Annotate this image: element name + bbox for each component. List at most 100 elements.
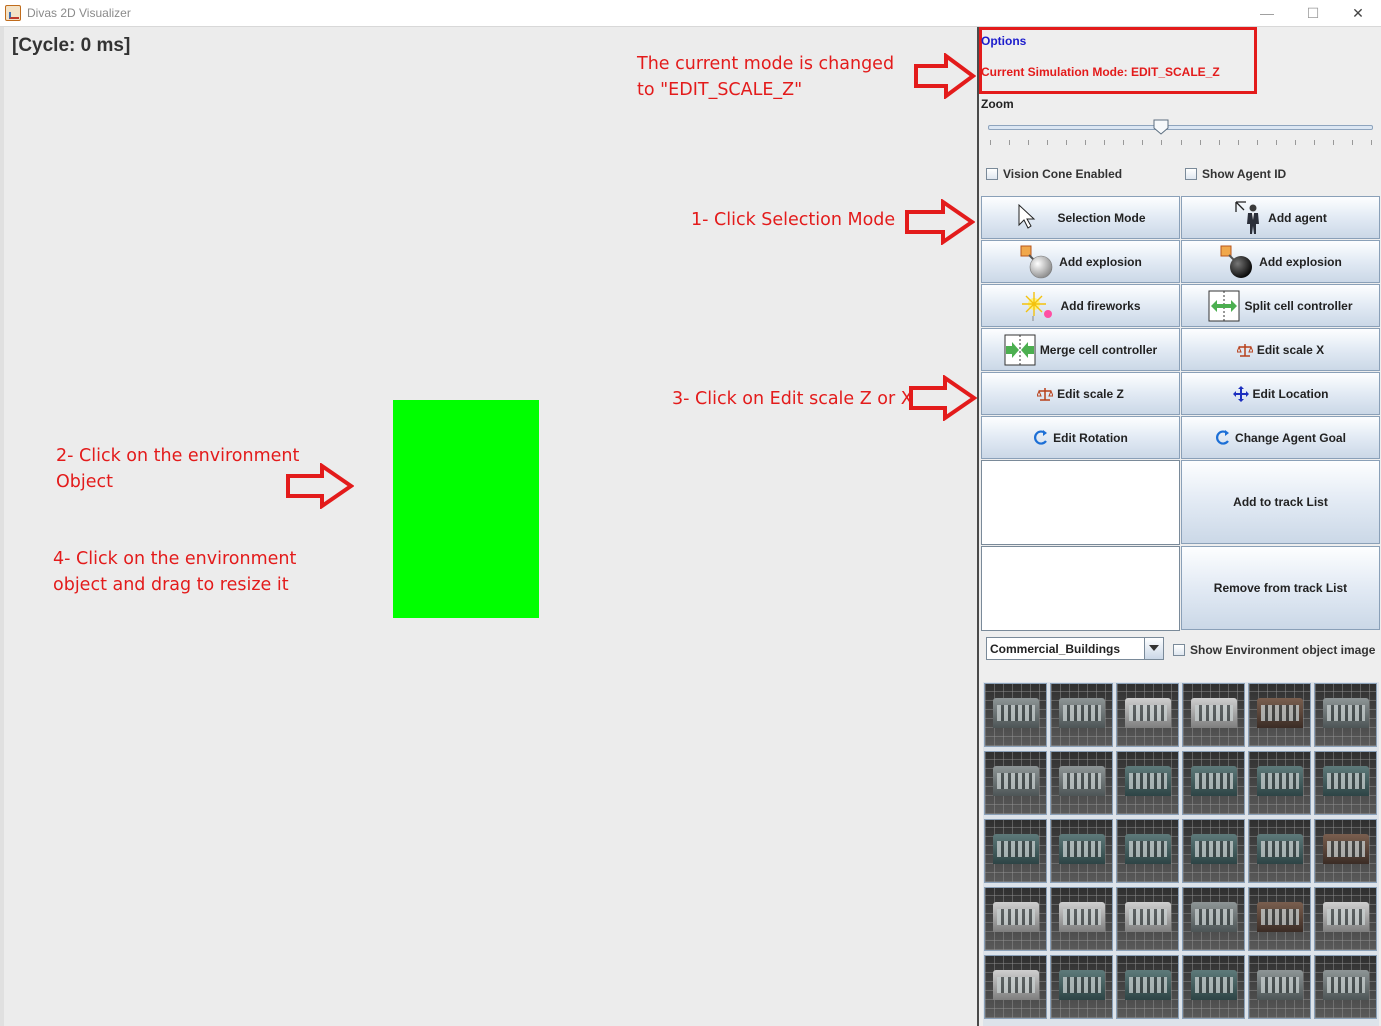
building-thumbnail[interactable] (1314, 819, 1377, 883)
building-thumbnail[interactable] (984, 819, 1047, 883)
track-list-box[interactable] (981, 460, 1180, 545)
remove-from-track-list-button[interactable]: Remove from track List (1181, 546, 1380, 630)
annotation-step3: 3- Click on Edit scale Z or X (672, 389, 913, 409)
building-icon (1191, 902, 1237, 932)
building-icon (1257, 834, 1303, 864)
bomb-white-icon (1020, 245, 1053, 278)
building-thumbnail[interactable] (1248, 955, 1311, 1019)
building-thumbnail[interactable] (1314, 751, 1377, 815)
building-thumbnail[interactable] (1248, 751, 1311, 815)
building-thumbnail[interactable] (1182, 887, 1245, 951)
building-thumbnail[interactable] (984, 887, 1047, 951)
show-agent-id-checkbox[interactable]: Show Agent ID (1185, 167, 1286, 181)
tracked-list-box[interactable] (981, 546, 1180, 631)
remove-track-label: Remove from track List (1213, 581, 1348, 595)
edit-scale-z-button[interactable]: Edit scale Z (981, 372, 1180, 415)
building-thumbnail[interactable] (1116, 887, 1179, 951)
edit-rotation-label: Edit Rotation (1053, 430, 1128, 445)
change-agent-goal-button[interactable]: Change Agent Goal (1181, 416, 1380, 459)
zoom-tick (1180, 140, 1182, 145)
selection-mode-button[interactable]: Selection Mode (981, 196, 1180, 239)
add-agent-button[interactable]: Add agent (1181, 196, 1380, 239)
building-thumbnail[interactable] (1050, 887, 1113, 951)
zoom-slider-thumb[interactable] (1153, 119, 1169, 135)
annotation-mode-changed: The current mode is changed to "EDIT_SCA… (637, 54, 895, 100)
close-button[interactable]: ✕ (1335, 0, 1381, 27)
edit-scale-x-label: Edit scale X (1256, 342, 1325, 357)
add-fireworks-label: Add fireworks (1060, 298, 1141, 313)
building-thumbnail[interactable] (1314, 887, 1377, 951)
building-thumbnail[interactable] (984, 683, 1047, 747)
zoom-tick (1294, 140, 1296, 145)
building-icon (1125, 698, 1171, 728)
zoom-tick (1085, 140, 1087, 145)
zoom-tick (1009, 140, 1011, 145)
java-app-icon (5, 5, 21, 21)
building-thumbnail[interactable] (1050, 683, 1113, 747)
checkbox-box[interactable] (986, 168, 998, 180)
building-thumbnail[interactable] (1248, 887, 1311, 951)
zoom-tick (1237, 140, 1239, 145)
building-thumbnail[interactable] (1182, 751, 1245, 815)
building-thumbnail[interactable] (1116, 683, 1179, 747)
building-category-select[interactable]: Commercial_Buildings (986, 637, 1164, 660)
building-icon (993, 766, 1039, 796)
building-icon (1059, 698, 1105, 728)
building-icon (1059, 834, 1105, 864)
building-thumbnail[interactable] (1050, 819, 1113, 883)
merge-cell-icon (1004, 334, 1036, 365)
merge-cell-controller-button[interactable]: Merge cell controller (981, 328, 1180, 371)
environment-object[interactable] (393, 400, 539, 618)
building-thumbnail[interactable] (984, 955, 1047, 1019)
checkbox-box[interactable] (1173, 644, 1185, 656)
building-icon (1191, 834, 1237, 864)
building-icon (1125, 766, 1171, 796)
zoom-tick (1256, 140, 1258, 145)
title-bar: Divas 2D Visualizer — ☐ ✕ (0, 0, 1381, 27)
building-thumbnail[interactable] (1314, 683, 1377, 747)
building-thumbnail[interactable] (1248, 819, 1311, 883)
zoom-tick (1218, 140, 1220, 145)
building-icon (1257, 698, 1303, 728)
add-to-track-list-button[interactable]: Add to track List (1181, 460, 1380, 544)
zoom-tick (1332, 140, 1334, 145)
edit-scale-x-button[interactable]: Edit scale X (1181, 328, 1380, 371)
building-icon (1323, 970, 1369, 1000)
building-icon (1059, 970, 1105, 1000)
maximize-button[interactable]: ☐ (1290, 0, 1336, 27)
chevron-down-icon[interactable] (1144, 638, 1163, 659)
building-thumbnail[interactable] (1050, 751, 1113, 815)
checkbox-box[interactable] (1185, 168, 1197, 180)
building-icon (1323, 834, 1369, 864)
add-agent-label: Add agent (1268, 210, 1327, 225)
building-thumbnail[interactable] (984, 751, 1047, 815)
split-cell-controller-button[interactable]: Split cell controller (1181, 284, 1380, 327)
minimize-button[interactable]: — (1244, 0, 1290, 27)
add-explosion-button[interactable]: Add explosion (981, 240, 1180, 283)
vision-cone-checkbox[interactable]: Vision Cone Enabled (986, 167, 1122, 181)
building-icon (1257, 970, 1303, 1000)
add-fireworks-button[interactable]: Add fireworks (981, 284, 1180, 327)
zoom-slider[interactable] (988, 125, 1373, 130)
building-thumbnail[interactable] (1050, 955, 1113, 1019)
edit-rotation-button[interactable]: Edit Rotation (981, 416, 1180, 459)
split-cell-icon (1208, 290, 1240, 321)
zoom-tick (1275, 140, 1277, 145)
zoom-tick (1371, 140, 1372, 145)
building-thumbnail[interactable] (1116, 819, 1179, 883)
building-thumbnail[interactable] (1116, 955, 1179, 1019)
split-cell-label: Split cell controller (1244, 298, 1353, 313)
building-thumbnail[interactable] (1314, 955, 1377, 1019)
arrow-right-icon (914, 53, 976, 99)
show-env-image-checkbox[interactable]: Show Environment object image (1173, 643, 1375, 657)
simulation-canvas[interactable]: [Cycle: 0 ms] (0, 27, 979, 1026)
building-thumbnail[interactable] (1182, 955, 1245, 1019)
building-thumbnail[interactable] (1182, 819, 1245, 883)
zoom-tick (1351, 140, 1353, 145)
add-explosion-black-button[interactable]: Add explosion (1181, 240, 1380, 283)
building-thumbnail[interactable] (1248, 683, 1311, 747)
add-explosion-label: Add explosion (1259, 254, 1342, 269)
building-thumbnail[interactable] (1182, 683, 1245, 747)
edit-location-button[interactable]: Edit Location (1181, 372, 1380, 415)
building-thumbnail[interactable] (1116, 751, 1179, 815)
